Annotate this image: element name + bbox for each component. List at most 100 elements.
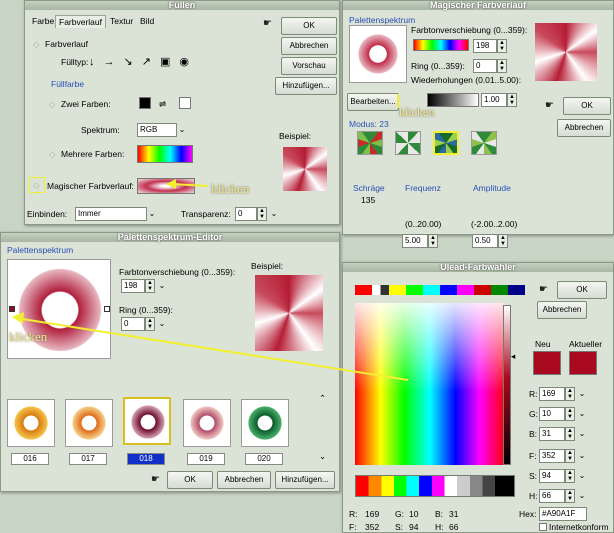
repeat-spin[interactable]: ▲ ▼ [507,93,517,107]
chevron-down-icon[interactable]: ⌄ [577,449,587,463]
filltype-icons[interactable]: ↓→↘↗▣◉ [89,55,198,68]
chevron-down-icon[interactable]: ⌄ [577,387,587,401]
cancel-button[interactable]: Abbrechen [217,471,271,489]
arrow-right-icon[interactable]: → [104,56,124,68]
radio-magic-icon[interactable]: ◇ [33,180,40,191]
chevron-down-icon[interactable]: ⌄ [577,407,587,421]
ring-spin[interactable]: ▲ ▼ [145,317,155,331]
preset-016[interactable] [7,399,55,447]
b-spin[interactable]: ▲ ▼ [565,427,575,441]
arrow-up-right-icon[interactable]: ↗ [142,56,160,68]
preset-018-label: 018 [127,453,165,465]
ok-button[interactable]: OK [563,97,611,115]
ok-button[interactable]: OK [167,471,213,489]
tab-color[interactable]: Farbe [29,15,57,27]
f-input[interactable]: 352 [539,449,565,463]
left-handle[interactable] [9,306,15,312]
gray-gradient-bar[interactable] [427,93,479,107]
cancel-button[interactable]: Abbrechen [537,301,587,319]
chevron-down-icon[interactable]: ⌄ [157,279,167,293]
basic-colors-row[interactable] [355,285,525,295]
example-preview [283,147,327,191]
scroll-up-icon[interactable]: ⌃ [319,393,326,404]
chevron-down-icon[interactable]: ⌄ [577,427,587,441]
radio-gradient-icon[interactable]: ◇ [33,39,40,50]
mode-thumb-1[interactable] [357,131,383,155]
shift-spin[interactable]: ▲ ▼ [145,279,155,293]
status-g-label: G: [395,509,404,519]
ring-input[interactable]: 0 [121,317,145,331]
chevron-down-icon[interactable]: ⌄ [157,317,167,331]
transp-spin[interactable]: ▲ ▼ [257,207,267,221]
radio-two-colors-icon[interactable]: ◇ [49,99,56,110]
radio-multi-icon[interactable]: ◇ [49,149,56,160]
spectrum-bar[interactable] [137,145,193,163]
cancel-button[interactable]: Abbrechen [281,37,337,55]
ok-button[interactable]: OK [281,17,337,35]
freq-input[interactable]: 5.00 [402,234,428,248]
arrow-diag-icon[interactable]: ↘ [124,56,142,68]
tab-texture[interactable]: Textur [107,15,136,27]
amp-spin[interactable]: ▲ ▼ [498,234,508,248]
tab-gradient[interactable]: Farbverlauf [55,15,106,28]
magic-gradient-dialog: Magischer Farbverlauf Palettenspektrum F… [342,0,614,235]
chevron-down-icon[interactable]: ⌄ [577,489,587,503]
magic-gradient-button[interactable] [137,178,195,194]
arrow-down-icon[interactable]: ↓ [89,56,104,68]
color-white-swatch[interactable] [179,97,191,109]
add-button[interactable]: Hinzufügen... [275,77,337,95]
mode-thumb-3-selected[interactable] [433,131,459,155]
chevron-down-icon[interactable]: ⌄ [147,207,157,221]
f-spin[interactable]: ▲ ▼ [565,449,575,463]
square-fill-icon[interactable]: ▣ [160,56,179,68]
s-spin[interactable]: ▲ ▼ [565,469,575,483]
custom-colors-grid[interactable] [355,475,515,497]
shift-input[interactable]: 198 [121,279,145,293]
g-spin[interactable]: ▲ ▼ [565,407,575,421]
color-field[interactable] [355,303,505,465]
scroll-down-icon[interactable]: ⌄ [319,451,326,462]
b-input[interactable]: 31 [539,427,565,441]
ok-button[interactable]: OK [557,281,607,299]
h-input[interactable]: 66 [539,489,565,503]
lightness-bar[interactable] [503,305,511,465]
h-spin[interactable]: ▲ ▼ [565,489,575,503]
preset-018-selected[interactable] [123,397,171,445]
mode-thumb-2[interactable] [395,131,421,155]
preset-020[interactable] [241,399,289,447]
shift-spin[interactable]: ▲ ▼ [497,39,507,53]
color-black-swatch[interactable] [139,97,151,109]
g-input[interactable]: 10 [539,407,565,421]
blend-select[interactable]: Immer [75,207,147,221]
slider-arrow-icon[interactable]: ◂ [511,351,515,362]
transp-input[interactable]: 0 [235,207,257,221]
ring-spin[interactable]: ▲ ▼ [497,59,507,73]
ring-input[interactable]: 0 [473,59,497,73]
repeat-input[interactable]: 1.00 [481,93,507,107]
chevron-down-icon[interactable]: ⌄ [177,123,187,137]
preset-019[interactable] [183,399,231,447]
r-input[interactable]: 169 [539,387,565,401]
hue-spectrum-bar[interactable] [413,39,469,51]
b-label: B: [529,429,538,439]
chevron-down-icon[interactable]: ⌄ [577,469,587,483]
r-spin[interactable]: ▲ ▼ [565,387,575,401]
hex-input[interactable]: #A90A1F [539,507,587,521]
edit-button[interactable]: Bearbeiten... [347,93,399,111]
tab-image[interactable]: Bild [137,15,157,27]
swap-icon[interactable]: ⇌ [159,99,166,110]
preset-017[interactable] [65,399,113,447]
spectrum-select[interactable]: RGB [137,123,177,137]
amp-input[interactable]: 0.50 [472,234,498,248]
add-button[interactable]: Hinzufügen... [275,471,335,489]
s-input[interactable]: 94 [539,469,565,483]
web-safe-checkbox[interactable] [539,523,547,531]
right-handle[interactable] [104,306,110,312]
freq-spin[interactable]: ▲ ▼ [428,234,438,248]
shift-input[interactable]: 198 [473,39,497,53]
chevron-down-icon[interactable]: ⌄ [269,207,279,221]
mode-thumb-4[interactable] [471,131,497,155]
cancel-button[interactable]: Abbrechen [557,119,611,137]
circle-fill-icon[interactable]: ◉ [179,56,198,68]
preview-button[interactable]: Vorschau [281,57,337,75]
